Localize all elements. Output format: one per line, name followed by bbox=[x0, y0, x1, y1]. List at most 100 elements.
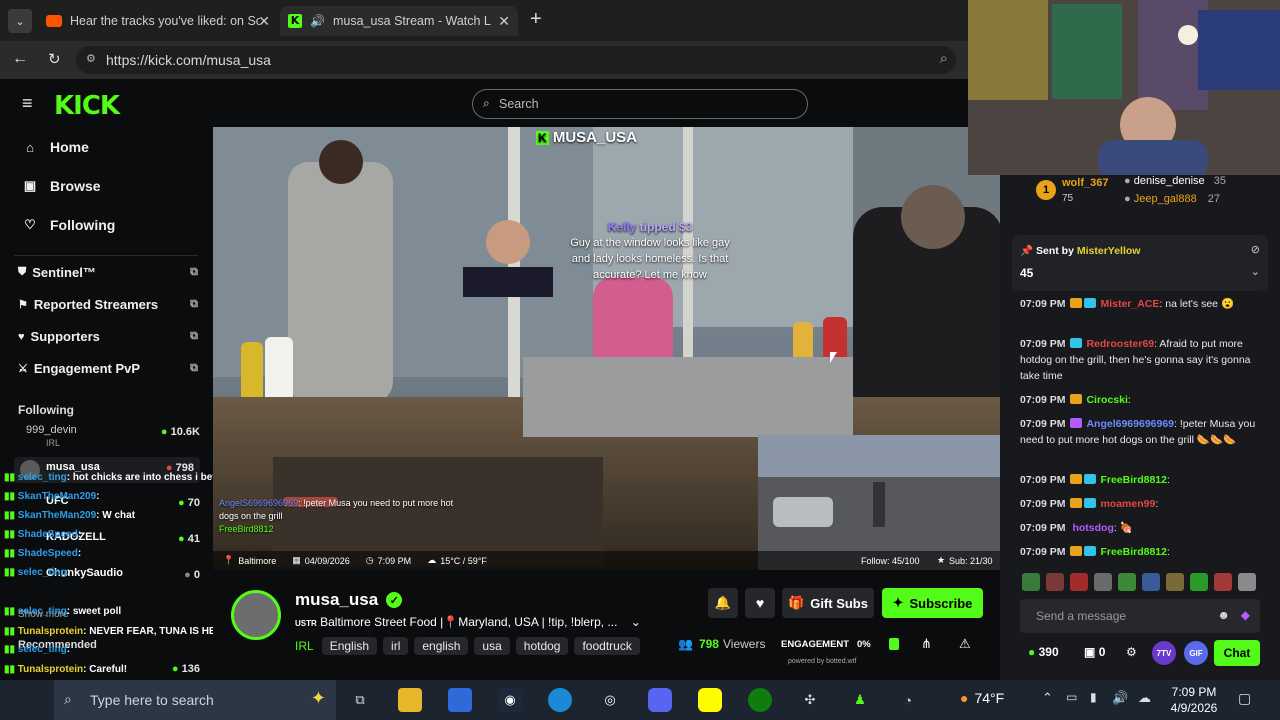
tag[interactable]: irl bbox=[383, 637, 409, 655]
taskbar-search[interactable]: ⌕ Type here to search ✦ bbox=[54, 680, 336, 720]
xbox-icon[interactable] bbox=[748, 688, 772, 712]
follow-button[interactable]: ♥ bbox=[745, 588, 775, 618]
app-icon[interactable]: ◔ bbox=[896, 688, 920, 712]
emote-icon[interactable] bbox=[1142, 573, 1160, 591]
task-view-icon[interactable]: ⧉ bbox=[348, 688, 372, 712]
emoji-icon[interactable]: ☻ bbox=[1217, 608, 1230, 622]
chat-send-button[interactable]: Chat bbox=[1214, 640, 1260, 666]
emote-icon[interactable] bbox=[1238, 573, 1256, 591]
taskbar-clock[interactable]: 7:09 PM 4/9/2026 bbox=[1164, 684, 1224, 716]
tag[interactable]: hotdog bbox=[515, 637, 569, 655]
show-more-link[interactable]: Show more bbox=[18, 609, 69, 620]
top-gifter-row[interactable]: ● denise_denise 35 bbox=[1124, 175, 1226, 187]
sidebar-item-supporters[interactable]: ♥ Supporters ⧉ bbox=[18, 329, 198, 344]
top-gifter-amount: 75 bbox=[1062, 193, 1074, 204]
tab-title: musa_usa Stream - Watch Live bbox=[332, 14, 491, 28]
streamer-name[interactable]: musa_usa bbox=[295, 590, 378, 610]
tab-kick[interactable]: K 🔊 musa_usa Stream - Watch Live ✕ bbox=[280, 6, 518, 36]
url-field[interactable]: ⚙ https://kick.com/musa_usa ⌕ bbox=[76, 46, 956, 74]
subscribe-button[interactable]: ✦ Subscribe bbox=[882, 588, 983, 618]
kick-logo[interactable]: KICK bbox=[54, 91, 120, 121]
discord-icon[interactable] bbox=[648, 688, 672, 712]
tab-list-button[interactable]: ⌄ bbox=[8, 9, 32, 33]
reload-icon[interactable]: ↻ bbox=[48, 50, 61, 68]
sidebar-item-sentinel[interactable]: ⛊ Sentinel™ ⧉ bbox=[18, 265, 198, 280]
engagement-icon bbox=[889, 638, 899, 650]
emote-icon[interactable] bbox=[1214, 573, 1232, 591]
report-icon[interactable]: ⚠ bbox=[959, 636, 971, 652]
emote-icon[interactable] bbox=[1070, 573, 1088, 591]
emote-icon[interactable] bbox=[1094, 573, 1112, 591]
sidebar-item-browse[interactable]: ▣ Browse bbox=[22, 178, 101, 194]
tag[interactable]: English bbox=[321, 637, 378, 655]
top-gifter-row[interactable]: ● Jeep_gal888 27 bbox=[1124, 193, 1220, 205]
gif-button[interactable]: GIF bbox=[1184, 641, 1208, 665]
new-tab-icon[interactable]: + bbox=[530, 8, 542, 31]
share-icon[interactable]: ⋔ bbox=[921, 636, 932, 652]
emote-icon[interactable] bbox=[1022, 573, 1040, 591]
cloud-icon[interactable]: ☁ bbox=[1138, 690, 1151, 706]
drops-counter[interactable]: ▣ 0 bbox=[1084, 645, 1105, 659]
weather-widget[interactable]: ● 74°F bbox=[960, 690, 1004, 706]
7tv-button[interactable]: 7TV bbox=[1152, 641, 1176, 665]
search-input[interactable]: ⌕ Search bbox=[472, 89, 808, 119]
search-placeholder: Search bbox=[499, 97, 539, 111]
tag[interactable]: english bbox=[414, 637, 469, 655]
category-link[interactable]: IRL bbox=[295, 639, 314, 653]
sidebar-item-following[interactable]: ♡ Following bbox=[22, 217, 115, 233]
emote-icon[interactable] bbox=[1190, 573, 1208, 591]
close-tab-icon[interactable]: ✕ bbox=[498, 13, 510, 30]
chat-input[interactable]: Send a message ☻ ◆ bbox=[1020, 599, 1260, 633]
tag-row: IRL English irl english usa hotdog foodt… bbox=[295, 637, 646, 655]
menu-icon[interactable]: ≡ bbox=[22, 93, 33, 114]
obs-icon[interactable]: ◎ bbox=[598, 688, 622, 712]
viewer-counter: 👥 798 Viewers bbox=[678, 637, 766, 651]
following-channel-active[interactable]: musa_usa ● 798 bbox=[14, 457, 200, 483]
following-channel[interactable]: 999_devin IRL ● 10.6K bbox=[22, 424, 200, 448]
streamer-avatar[interactable] bbox=[231, 590, 281, 640]
tab-soundcloud[interactable]: Hear the tracks you've liked: on So ✕ bbox=[38, 6, 278, 36]
edge-icon[interactable] bbox=[548, 688, 572, 712]
top-gifter-name[interactable]: wolf_367 bbox=[1062, 177, 1108, 189]
hide-icon[interactable]: ⊘ bbox=[1251, 243, 1260, 256]
following-channel[interactable]: UFC ● 70 bbox=[22, 495, 200, 517]
file-explorer-icon[interactable] bbox=[398, 688, 422, 712]
app-icon[interactable]: ✣ bbox=[798, 688, 822, 712]
chevron-down-icon[interactable]: ⌄ bbox=[631, 615, 641, 629]
emote-icon[interactable] bbox=[1118, 573, 1136, 591]
battery-icon[interactable]: ▮ bbox=[1090, 690, 1097, 704]
emote-icon[interactable] bbox=[1046, 573, 1064, 591]
sidebar-item-home[interactable]: ⌂ Home bbox=[22, 139, 89, 155]
zoom-icon[interactable]: ⌕ bbox=[940, 50, 948, 67]
volume-icon[interactable]: 🔊 bbox=[1112, 690, 1128, 706]
site-info-icon[interactable]: ⚙ bbox=[86, 52, 96, 65]
notification-bell-button[interactable]: 🔔 bbox=[708, 588, 738, 618]
steam-icon[interactable]: ◉ bbox=[498, 688, 522, 712]
following-channel[interactable]: ChunkySaudio ● 0 bbox=[22, 567, 200, 589]
tag[interactable]: foodtruck bbox=[574, 637, 640, 655]
settings-icon[interactable]: ⚙ bbox=[1126, 645, 1137, 659]
store-icon[interactable] bbox=[448, 688, 472, 712]
speaker-icon[interactable]: 🔊 bbox=[310, 14, 325, 28]
tag[interactable]: usa bbox=[474, 637, 510, 655]
close-tab-icon[interactable]: ✕ bbox=[258, 13, 270, 30]
chevron-down-icon[interactable]: ⌄ bbox=[1251, 265, 1260, 278]
tray-icon[interactable]: ▭ bbox=[1066, 690, 1077, 704]
notification-icon[interactable]: ▢ bbox=[1238, 690, 1251, 707]
chevron-up-icon[interactable]: ⌃ bbox=[1042, 690, 1053, 706]
snapchat-icon[interactable] bbox=[698, 688, 722, 712]
following-channel[interactable]: KADOZELL ● 41 bbox=[22, 531, 200, 553]
tip-alert: Kelly tipped $3 Guy at the window looks … bbox=[565, 219, 735, 283]
sidebar-item-reported[interactable]: ⚑ Reported Streamers ⧉ bbox=[18, 297, 198, 312]
sidebar-item-engagement[interactable]: ⚔ Engagement PvP ⧉ bbox=[18, 361, 198, 376]
gift-subs-button[interactable]: 🎁 Gift Subs bbox=[782, 588, 874, 618]
channel-category: IRL bbox=[46, 438, 61, 448]
channel-points[interactable]: ● 390 bbox=[1028, 645, 1059, 659]
pinned-message[interactable]: 📌 Sent by MisterYellow 45 ⊘ ⌄ bbox=[1012, 235, 1268, 291]
channel-watermark: K MUSA_USA bbox=[536, 129, 638, 146]
app-icon[interactable]: ♟ bbox=[848, 688, 872, 712]
video-player[interactable]: K MUSA_USA Kelly tipped $3 Guy at the wi… bbox=[213, 127, 1000, 570]
emote-icon[interactable] bbox=[1166, 573, 1184, 591]
extension-icon[interactable]: ◆ bbox=[1241, 608, 1250, 622]
back-icon[interactable]: ← bbox=[12, 50, 28, 68]
